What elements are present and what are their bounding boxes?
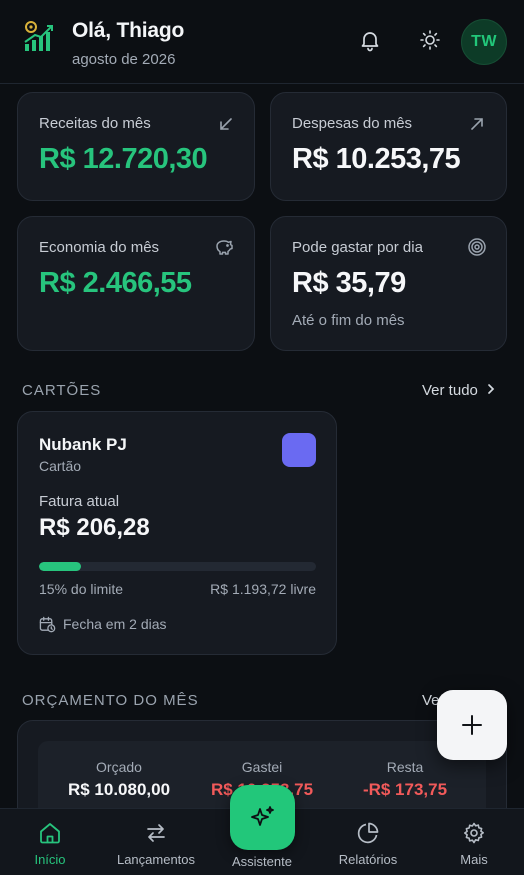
target-icon [468,238,486,256]
budget-remaining: Resta -R$ 173,75 [330,759,480,800]
credit-card-type: Cartão [39,458,82,474]
arrow-up-right-icon [471,118,483,130]
user-avatar[interactable]: TW [461,19,507,65]
nav-assistant-label[interactable]: Assistente [212,854,312,869]
current-month: agosto de 2026 [72,51,176,68]
budget-remaining-label: Resta [386,759,424,775]
income-card[interactable]: Receitas do mês R$ 12.720,30 [17,92,255,201]
pie-chart-icon [357,822,379,844]
nav-item-more[interactable]: Mais [424,809,524,875]
savings-card[interactable]: Economia do mês R$ 2.466,55 [17,216,255,351]
greeting-title: Olá, Thiago [72,19,185,42]
nav-reports-label: Relatórios [338,852,398,867]
nav-transactions-label: Lançamentos [116,852,196,867]
nav-home-label: Início [34,852,66,867]
budget-spent-label: Gastei [241,759,283,775]
budget-planned-value: R$ 10.080,00 [67,780,171,799]
limit-progress-fill [39,562,81,571]
nav-item-reports[interactable]: Relatórios [318,809,418,875]
limit-used-text: 15% do limite [39,581,124,597]
budget-remaining-value: -R$ 173,75 [362,780,448,799]
growth-chart-logo-icon [24,21,53,51]
swap-arrows-icon [147,824,165,842]
credit-card-color-swatch [282,433,316,467]
nav-item-home[interactable]: Início [0,809,100,875]
sparkles-icon [250,805,274,826]
cards-see-all-label: Ver tudo [422,382,478,399]
add-transaction-button[interactable] [437,690,507,760]
arrow-down-left-icon [220,118,232,130]
budget-planned: Orçado R$ 10.080,00 [44,759,194,800]
invoice-value: R$ 206,28 [39,514,150,541]
daily-budget-value: R$ 35,79 [292,267,406,299]
daily-budget-label: Pode gastar por dia [292,239,423,256]
chevron-right-icon [488,384,495,394]
nav-more-label: Mais [460,852,488,867]
app-header: Olá, Thiago agosto de 2026 TW [0,0,524,84]
cards-section-title: CARTÕES [22,382,102,399]
cards-see-all-link[interactable]: Ver tudo [422,382,498,399]
income-label: Receitas do mês [39,115,151,132]
invoice-label: Fatura atual [39,493,120,510]
nav-item-transactions[interactable]: Lançamentos [106,809,206,875]
expenses-value: R$ 10.253,75 [292,143,461,175]
expenses-label: Despesas do mês [292,115,413,132]
piggy-bank-icon [216,240,233,255]
expenses-card[interactable]: Despesas do mês R$ 10.253,75 [270,92,507,201]
bell-icon[interactable] [358,28,382,52]
credit-card-name: Nubank PJ [39,435,127,454]
budget-section-title: ORÇAMENTO DO MÊS [22,692,199,709]
daily-budget-card[interactable]: Pode gastar por dia R$ 35,79 Até o fim d… [270,216,507,351]
assistant-button[interactable] [230,785,295,850]
calendar-clock-icon [39,616,56,633]
savings-label: Economia do mês [39,239,160,256]
theme-toggle-sun-icon[interactable] [418,28,442,52]
limit-progress-bar [39,562,316,571]
gear-icon [464,822,484,844]
savings-value: R$ 2.466,55 [39,267,192,299]
daily-budget-subtitle: Até o fim do mês [292,312,405,329]
income-value: R$ 12.720,30 [39,143,208,175]
closing-date-text: Fecha em 2 dias [63,616,167,632]
budget-planned-label: Orçado [96,759,142,775]
limit-free-text: R$ 1.193,72 livre [210,581,316,597]
home-icon [40,823,60,844]
credit-card-item[interactable]: Nubank PJ Cartão Fatura atual R$ 206,28 … [17,411,337,655]
plus-icon [462,715,482,735]
